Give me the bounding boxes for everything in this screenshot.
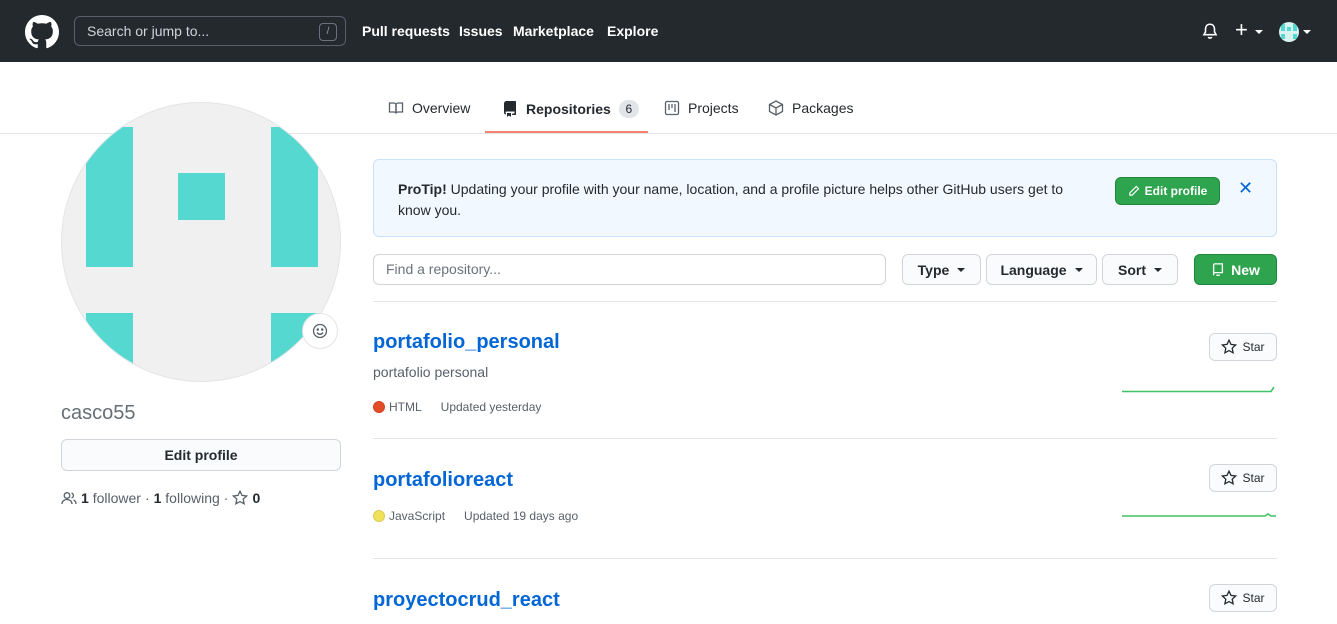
star-icon (1221, 470, 1238, 486)
repo-meta: JavaScript Updated 19 days ago (373, 509, 578, 523)
followers-count: 1 (81, 490, 89, 506)
following-link[interactable]: 1 following (154, 490, 220, 506)
type-filter-label: Type (917, 261, 950, 278)
repositories-count-badge: 6 (618, 100, 639, 118)
protip-text-block: ProTip! Updating your profile with your … (398, 179, 1078, 221)
nav-marketplace[interactable]: Marketplace (513, 23, 594, 39)
star-button[interactable]: Star (1209, 464, 1277, 492)
stars-count: 0 (252, 490, 261, 506)
protip-title: ProTip! (398, 181, 447, 197)
set-status-button[interactable] (302, 313, 338, 349)
activity-sparkline (1122, 386, 1275, 393)
repo-meta: HTML Updated yesterday (373, 400, 541, 414)
repo-name-link[interactable]: portafolio_personal (373, 331, 560, 354)
package-icon (768, 100, 784, 116)
chevron-down-icon (1154, 267, 1162, 272)
nav-issues[interactable]: Issues (459, 23, 503, 39)
sort-filter-label: Sort (1118, 261, 1146, 278)
tab-overview[interactable]: Overview (388, 100, 470, 116)
star-button[interactable]: Star (1209, 333, 1277, 361)
close-icon[interactable]: ✕ (1238, 178, 1253, 199)
create-new-plus-icon[interactable]: + (1235, 19, 1248, 41)
tab-packages[interactable]: Packages (768, 100, 853, 116)
list-divider (373, 438, 1277, 439)
edit-profile-button[interactable]: Edit profile (61, 439, 341, 471)
star-label: Star (1242, 340, 1265, 354)
language-color-dot (373, 510, 385, 522)
pencil-icon (1128, 185, 1140, 196)
notifications-bell-icon[interactable] (1201, 22, 1219, 40)
nav-explore[interactable]: Explore (607, 23, 658, 39)
profile-avatar[interactable] (61, 102, 341, 382)
tab-repositories-label: Repositories (526, 101, 611, 117)
repo-language: HTML (389, 400, 422, 414)
follow-separator: · (144, 490, 150, 506)
protip-edit-profile-button[interactable]: Edit profile (1115, 177, 1220, 205)
star-icon (232, 490, 249, 506)
header-avatar[interactable] (1279, 22, 1299, 42)
top-header: Search or jump to... / Pull requests Iss… (0, 0, 1337, 62)
protip-message: Updating your profile with your name, lo… (398, 181, 1064, 218)
repo-icon (504, 101, 516, 117)
slash-key-hint: / (319, 23, 337, 41)
language-filter-button[interactable]: Language (986, 254, 1097, 285)
tab-projects-label: Projects (688, 100, 739, 116)
new-repository-label: New (1231, 261, 1260, 278)
stars-link[interactable]: 0 (232, 490, 260, 506)
create-dropdown-caret-icon[interactable] (1255, 30, 1263, 34)
stars-separator: · (223, 490, 229, 506)
find-repository-input[interactable]: Find a repository... (373, 254, 886, 285)
star-icon (1221, 590, 1238, 606)
repo-icon (1213, 262, 1224, 276)
follow-stats: 1 follower · 1 following · 0 (61, 490, 260, 506)
type-filter-button[interactable]: Type (902, 254, 981, 285)
star-label: Star (1242, 591, 1265, 605)
activity-sparkline (1122, 513, 1276, 517)
language-filter-label: Language (1000, 261, 1067, 278)
smiley-icon (312, 323, 328, 339)
chevron-down-icon (957, 267, 966, 272)
profile-username: casco55 (61, 402, 136, 424)
project-board-icon (664, 100, 680, 116)
star-label: Star (1242, 471, 1265, 485)
github-logo-icon[interactable] (25, 15, 59, 49)
chevron-down-icon (1074, 267, 1083, 272)
star-icon (1221, 339, 1238, 355)
active-tab-underline (485, 131, 648, 133)
tab-overview-label: Overview (412, 100, 471, 116)
following-count: 1 (153, 490, 162, 506)
language-color-dot (373, 401, 385, 413)
repo-updated: Updated yesterday (440, 400, 542, 414)
global-search-input[interactable]: Search or jump to... / (74, 16, 346, 46)
book-icon (388, 102, 404, 114)
nav-pull-requests[interactable]: Pull requests (362, 23, 450, 39)
search-placeholder: Search or jump to... (87, 23, 210, 39)
followers-label: follower (92, 490, 141, 506)
followers-link[interactable]: 1 follower (81, 490, 141, 506)
repo-updated: Updated 19 days ago (464, 509, 579, 523)
protip-edit-profile-label: Edit profile (1144, 184, 1208, 198)
tab-projects[interactable]: Projects (664, 100, 739, 116)
tab-packages-label: Packages (792, 100, 854, 116)
people-icon (61, 492, 77, 505)
protip-banner: ProTip! Updating your profile with your … (373, 159, 1277, 237)
star-button[interactable]: Star (1209, 584, 1277, 612)
repo-description: portafolio personal (373, 364, 489, 380)
new-repository-button[interactable]: New (1194, 254, 1277, 285)
list-divider (373, 558, 1277, 559)
sort-filter-button[interactable]: Sort (1102, 254, 1178, 285)
tab-repositories[interactable]: Repositories 6 (502, 100, 639, 118)
repo-language: JavaScript (389, 509, 446, 523)
avatar-dropdown-caret-icon[interactable] (1303, 30, 1311, 34)
following-label: following (165, 490, 220, 506)
repo-name-link[interactable]: proyectocrud_react (373, 589, 560, 612)
repo-name-link[interactable]: portafolioreact (373, 469, 513, 492)
list-divider (373, 301, 1277, 302)
